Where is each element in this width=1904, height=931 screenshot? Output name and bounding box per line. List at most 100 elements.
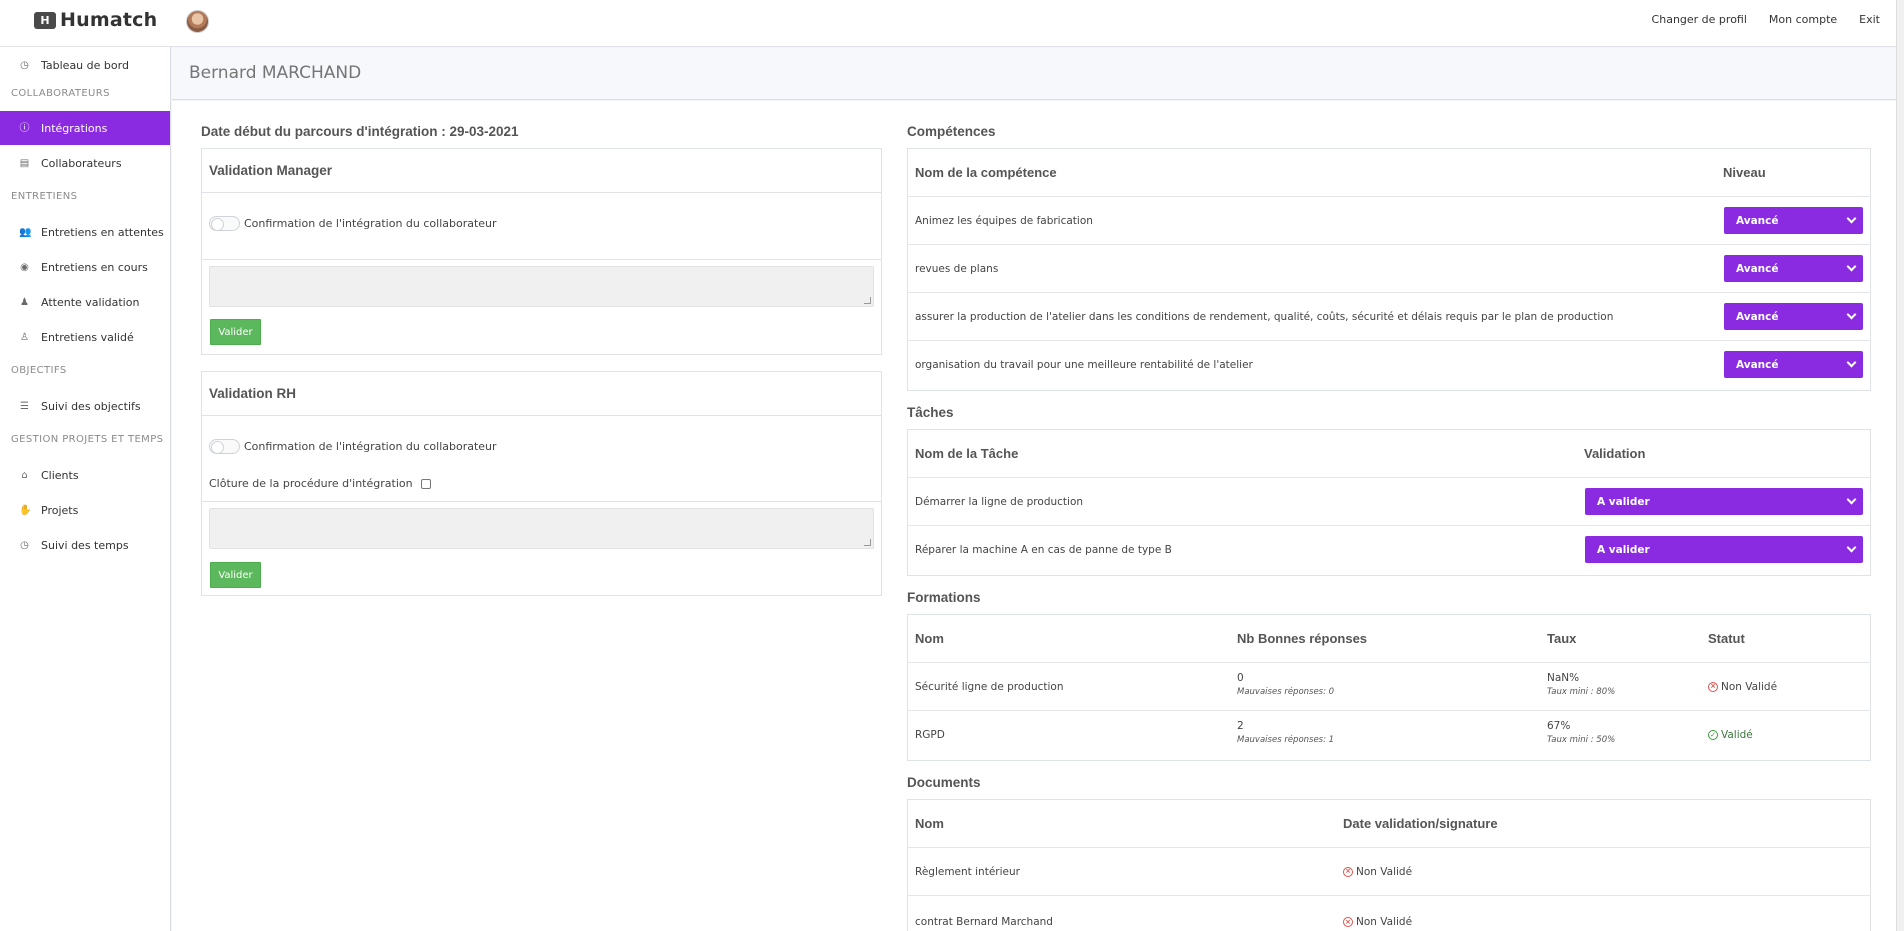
- exit-link[interactable]: Exit: [1859, 13, 1880, 26]
- sidebar-item-label: Entretiens en attentes: [41, 225, 164, 239]
- app-name: Humatch: [60, 9, 158, 31]
- users-icon: 👥: [19, 226, 32, 238]
- header-name: Nom: [915, 816, 944, 831]
- sidebar-item-label: Tableau de bord: [41, 58, 129, 72]
- table-row: assurer la production de l'atelier dans …: [908, 293, 1870, 341]
- rh-confirmation-row: Confirmation de l'intégration du collabo…: [209, 439, 497, 454]
- sidebar-item-entretiens-cours[interactable]: ◉ Entretiens en cours: [0, 250, 170, 284]
- formation-name: RGPD: [915, 729, 945, 741]
- level-select[interactable]: Avancé: [1724, 303, 1863, 330]
- good-answers-cell: 0 Mauvaises réponses: 0: [1237, 672, 1334, 697]
- validation-select[interactable]: A valider: [1585, 488, 1863, 515]
- competence-name: Animez les équipes de fabrication: [915, 214, 1093, 227]
- document-name: contrat Bernard Marchand: [915, 916, 1053, 928]
- sidebar-item-integrations[interactable]: ⓘ Intégrations: [0, 111, 170, 145]
- sidebar-item-clients[interactable]: ⌂ Clients: [0, 458, 170, 492]
- table-row: Sécurité ligne de production 0 Mauvaises…: [908, 663, 1870, 711]
- user-circle-icon: ◉: [20, 261, 29, 273]
- sidebar-heading-collaborateurs: COLLABORATEURS: [11, 88, 110, 99]
- header-status: Statut: [1708, 631, 1745, 646]
- taches-table: Nom de la Tâche Validation Démarrer la l…: [907, 429, 1871, 576]
- my-account-link[interactable]: Mon compte: [1769, 13, 1837, 26]
- sidebar-item-label: Intégrations: [41, 121, 108, 135]
- start-date-label: Date début du parcours d'intégration : 2…: [201, 124, 519, 139]
- chevron-down-icon: [1846, 213, 1857, 224]
- rh-closure-checkbox[interactable]: [421, 479, 432, 489]
- table-row: contrat Bernard Marchand × Non Validé: [908, 896, 1870, 931]
- sidebar-item-suivi-objectifs[interactable]: ☰ Suivi des objectifs: [0, 389, 170, 423]
- sidebar-item-label: Collaborateurs: [41, 156, 122, 170]
- documents-title: Documents: [907, 775, 981, 790]
- header-rate: Taux: [1547, 631, 1577, 646]
- table-row: revues de plans Avancé: [908, 245, 1870, 293]
- times-circle-icon: ×: [1343, 866, 1353, 877]
- status-text: Non Validé: [1721, 680, 1778, 693]
- status-text: Validé: [1721, 729, 1753, 741]
- sidebar-heading-entretiens: ENTRETIENS: [11, 191, 78, 202]
- sidebar: ◷ Tableau de bord COLLABORATEURS ⓘ Intég…: [0, 47, 171, 931]
- sidebar-heading-objectifs: OBJECTIFS: [11, 365, 67, 376]
- rate-value: NaN%: [1547, 672, 1580, 684]
- rh-closure-label: Clôture de la procédure d'intégration: [209, 477, 413, 490]
- sidebar-item-collaborateurs[interactable]: ▤ Collaborateurs: [0, 146, 170, 180]
- page-header: Bernard MARCHAND: [172, 48, 1904, 100]
- chevron-down-icon: [1846, 357, 1857, 368]
- level-select[interactable]: Avancé: [1724, 351, 1863, 378]
- rh-confirmation-toggle[interactable]: [209, 439, 240, 454]
- address-book-icon: ▤: [19, 157, 30, 169]
- change-profile-link[interactable]: Changer de profil: [1652, 13, 1747, 26]
- manager-comment-textarea[interactable]: [209, 266, 874, 307]
- sidebar-item-projets[interactable]: ✋ Projets: [0, 493, 170, 527]
- app-logo[interactable]: H Humatch: [34, 9, 157, 31]
- user-times-icon: ♙: [20, 331, 29, 343]
- document-name: Règlement intérieur: [915, 865, 1020, 878]
- status-text: Non Validé: [1356, 865, 1413, 878]
- documents-table: Nom Date validation/signature Règlement …: [907, 799, 1871, 931]
- header-level: Niveau: [1723, 165, 1766, 180]
- level-select[interactable]: Avancé: [1724, 207, 1863, 234]
- sidebar-item-label: Suivi des temps: [41, 538, 129, 552]
- sidebar-item-suivi-temps[interactable]: ◷ Suivi des temps: [0, 528, 170, 562]
- manager-validate-button[interactable]: Valider: [210, 319, 261, 345]
- sidebar-item-attente-validation[interactable]: ♟ Attente validation: [0, 285, 170, 319]
- logo-icon: H: [34, 11, 56, 29]
- page-scrollbar[interactable]: [1896, 0, 1904, 931]
- sidebar-item-dashboard[interactable]: ◷ Tableau de bord: [0, 48, 170, 82]
- table-row: Animez les équipes de fabrication Avancé: [908, 197, 1870, 245]
- validation-select[interactable]: A valider: [1585, 536, 1863, 563]
- rate-cell: NaN% Taux mini : 80%: [1547, 672, 1615, 697]
- times-circle-icon: ×: [1708, 681, 1718, 692]
- bad-answers-value: Mauvaises réponses: 1: [1237, 735, 1335, 745]
- handshake-icon: ✋: [19, 504, 32, 516]
- header-name: Nom: [915, 631, 944, 646]
- validation-manager-card: Validation Manager Confirmation de l'int…: [201, 148, 882, 355]
- competences-title: Compétences: [907, 124, 996, 139]
- rate-value: 67%: [1547, 720, 1571, 732]
- level-select-value: Avancé: [1736, 358, 1779, 371]
- level-select-value: Avancé: [1736, 214, 1779, 227]
- header-validation-date: Date validation/signature: [1343, 816, 1498, 831]
- sidebar-item-entretiens-attentes[interactable]: 👥 Entretiens en attentes: [0, 215, 170, 249]
- bad-answers-value: Mauvaises réponses: 0: [1237, 687, 1335, 697]
- rh-comment-textarea[interactable]: [209, 508, 874, 549]
- table-row: Règlement intérieur × Non Validé: [908, 848, 1870, 896]
- validation-select-value: A valider: [1597, 495, 1650, 508]
- manager-confirmation-toggle[interactable]: [209, 216, 240, 231]
- clock-icon: ◷: [20, 539, 29, 551]
- info-icon: ⓘ: [19, 122, 30, 134]
- formation-name: Sécurité ligne de production: [915, 680, 1064, 693]
- table-row: organisation du travail pour une meilleu…: [908, 341, 1870, 389]
- sidebar-item-label: Clients: [41, 468, 79, 482]
- good-answers-value: 0: [1237, 672, 1244, 684]
- sidebar-item-label: Entretiens en cours: [41, 260, 148, 274]
- avatar[interactable]: [186, 10, 209, 33]
- level-select[interactable]: Avancé: [1724, 255, 1863, 282]
- table-header: Nom Nb Bonnes réponses Taux Statut: [908, 615, 1870, 663]
- sidebar-item-entretiens-valide[interactable]: ♙ Entretiens validé: [0, 320, 170, 354]
- validation-manager-title: Validation Manager: [202, 149, 881, 193]
- rh-closure-row: Clôture de la procédure d'intégration: [209, 477, 432, 490]
- user-lock-icon: ♟: [20, 296, 29, 308]
- rh-validate-button[interactable]: Valider: [210, 562, 261, 588]
- table-row: Démarrer la ligne de production A valide…: [908, 478, 1870, 526]
- top-bar: H Humatch Changer de profil Mon compte E…: [0, 0, 1904, 47]
